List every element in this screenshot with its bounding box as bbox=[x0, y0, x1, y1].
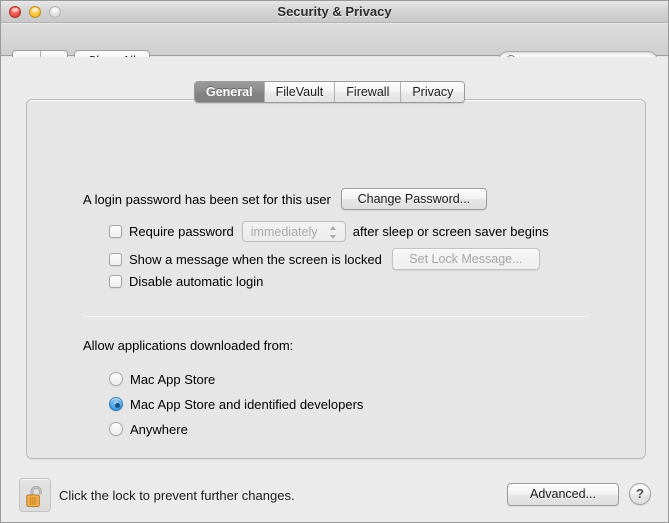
lock-caption: Click the lock to prevent further change… bbox=[59, 488, 295, 503]
toolbar: Show All bbox=[1, 24, 668, 72]
require-password-suffix: after sleep or screen saver begins bbox=[352, 224, 549, 239]
radio-row-identified-developers[interactable]: Mac App Store and identified developers bbox=[109, 393, 363, 415]
bottom-bar: Click the lock to prevent further change… bbox=[1, 470, 668, 522]
window-titlebar: Security & Privacy bbox=[1, 1, 668, 23]
advanced-button[interactable]: Advanced... bbox=[507, 483, 619, 506]
preference-pane-content: General FileVault Firewall Privacy A log… bbox=[1, 57, 668, 522]
set-lock-message-button: Set Lock Message... bbox=[391, 248, 540, 270]
lock-button[interactable] bbox=[19, 478, 51, 512]
radio-label-identified-developers: Mac App Store and identified developers bbox=[130, 396, 364, 412]
allow-applications-radio-group: Mac App Store Mac App Store and identifi… bbox=[109, 368, 363, 443]
radio-label-anywhere: Anywhere bbox=[130, 421, 188, 437]
tab-firewall[interactable]: Firewall bbox=[334, 82, 401, 102]
show-lock-message-label: Show a message when the screen is locked bbox=[129, 251, 382, 267]
login-password-row: A login password has been set for this u… bbox=[83, 188, 487, 210]
require-password-label: Require password bbox=[129, 224, 234, 239]
radio-label-mac-app-store: Mac App Store bbox=[130, 371, 216, 387]
disable-automatic-login-row: Disable automatic login bbox=[109, 274, 263, 289]
radio-anywhere[interactable] bbox=[109, 422, 123, 436]
radio-identified-developers[interactable] bbox=[109, 397, 123, 411]
tab-general[interactable]: General bbox=[195, 82, 264, 102]
radio-row-anywhere[interactable]: Anywhere bbox=[109, 418, 363, 440]
stepper-arrows-icon bbox=[329, 226, 337, 239]
help-button[interactable]: ? bbox=[629, 483, 651, 505]
lock-message-row: Show a message when the screen is locked… bbox=[109, 248, 540, 270]
allow-applications-label: Allow applications downloaded from: bbox=[83, 338, 294, 353]
require-password-checkbox[interactable] bbox=[109, 225, 122, 238]
section-divider bbox=[83, 316, 589, 317]
window-title: Security & Privacy bbox=[277, 4, 392, 19]
require-password-delay-value: immediately bbox=[250, 224, 318, 239]
tab-filevault[interactable]: FileVault bbox=[263, 82, 335, 102]
disable-automatic-login-checkbox[interactable] bbox=[109, 275, 122, 288]
radio-mac-app-store[interactable] bbox=[109, 372, 123, 386]
require-password-row: Require password immediately after sleep… bbox=[109, 221, 549, 242]
disable-automatic-login-label: Disable automatic login bbox=[129, 274, 264, 289]
security-privacy-window: Security & Privacy Show All General File… bbox=[0, 0, 669, 523]
login-password-status: A login password has been set for this u… bbox=[83, 191, 331, 207]
show-lock-message-checkbox[interactable] bbox=[109, 252, 122, 266]
tab-privacy[interactable]: Privacy bbox=[400, 82, 465, 102]
require-password-delay-select: immediately bbox=[241, 221, 346, 242]
radio-row-mac-app-store[interactable]: Mac App Store bbox=[109, 368, 363, 390]
tab-bar: General FileVault Firewall Privacy bbox=[194, 81, 466, 103]
unlocked-padlock-icon bbox=[26, 486, 42, 507]
change-password-button[interactable]: Change Password... bbox=[340, 188, 487, 210]
